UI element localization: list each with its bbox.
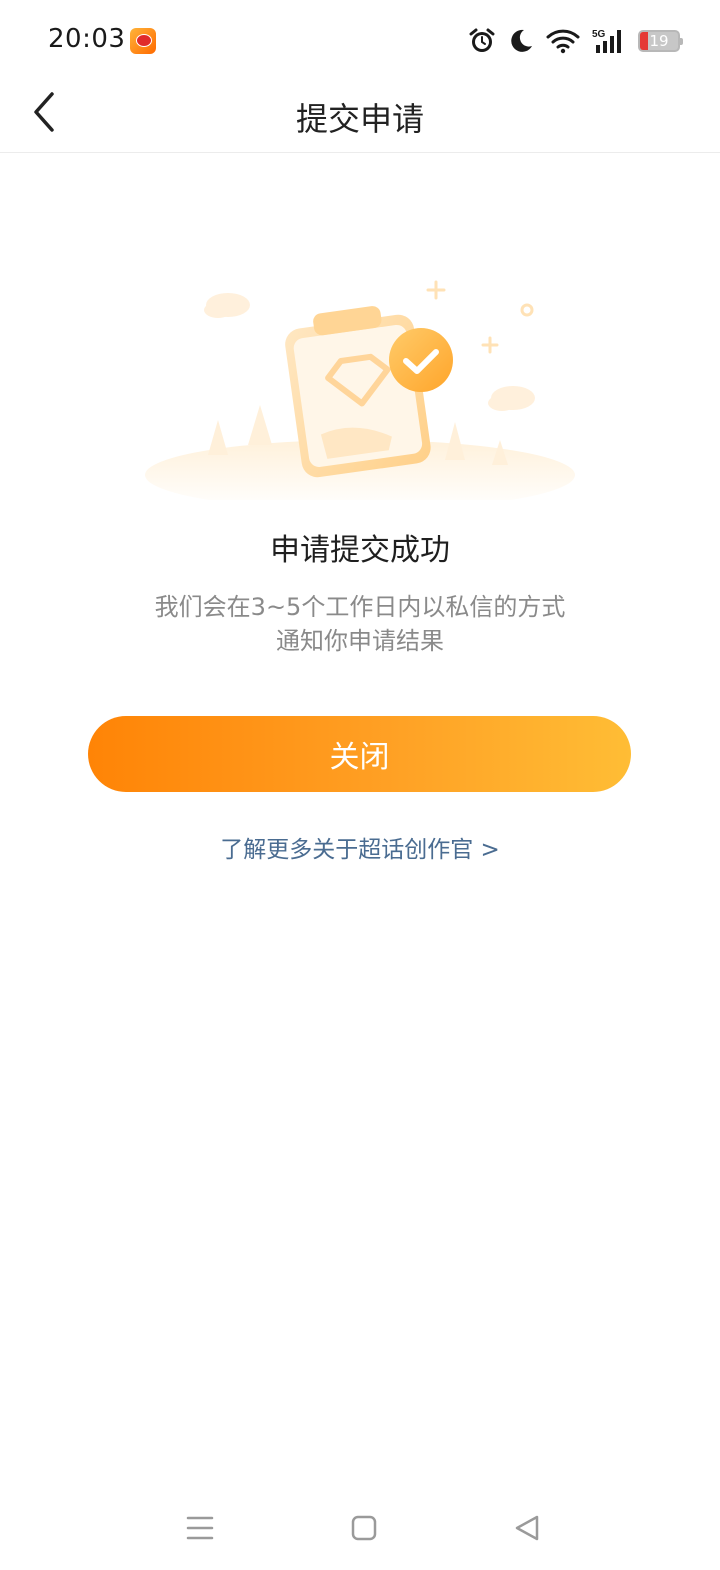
menu-icon (186, 1515, 214, 1545)
close-button[interactable]: 关闭 (88, 716, 631, 792)
home-button[interactable] (342, 1508, 386, 1552)
learn-more-link[interactable]: 了解更多关于超话创作官 > (0, 830, 720, 864)
success-illustration (140, 270, 580, 510)
result-description-line2: 通知你申请结果 (276, 627, 444, 655)
result-description-line1: 我们会在3~5个工作日内以私信的方式 (154, 593, 566, 621)
back-triangle-icon (513, 1514, 541, 1546)
page-title: 提交申请 (295, 100, 424, 138)
battery-icon: 19 (638, 30, 683, 52)
menu-button[interactable] (178, 1508, 222, 1552)
status-bar: 20:03 5G 19 (0, 0, 720, 80)
moon-icon (508, 28, 534, 54)
result-description: 我们会在3~5个工作日内以私信的方式 通知你申请结果 (110, 590, 610, 658)
alarm-icon (468, 27, 496, 55)
nav-bar: 提交申请 (0, 80, 720, 153)
status-time: 20:03 (48, 24, 126, 54)
system-back-button[interactable] (505, 1508, 549, 1552)
signal-icon: 5G (592, 27, 626, 55)
home-icon (351, 1515, 377, 1545)
svg-text:5G: 5G (592, 29, 606, 40)
weibo-app-icon (130, 28, 156, 54)
wifi-icon (546, 28, 580, 54)
status-icons: 5G 19 (468, 26, 683, 56)
result-title: 申请提交成功 (270, 533, 450, 568)
system-nav-bar (0, 1490, 720, 1570)
battery-level: 19 (649, 32, 669, 50)
